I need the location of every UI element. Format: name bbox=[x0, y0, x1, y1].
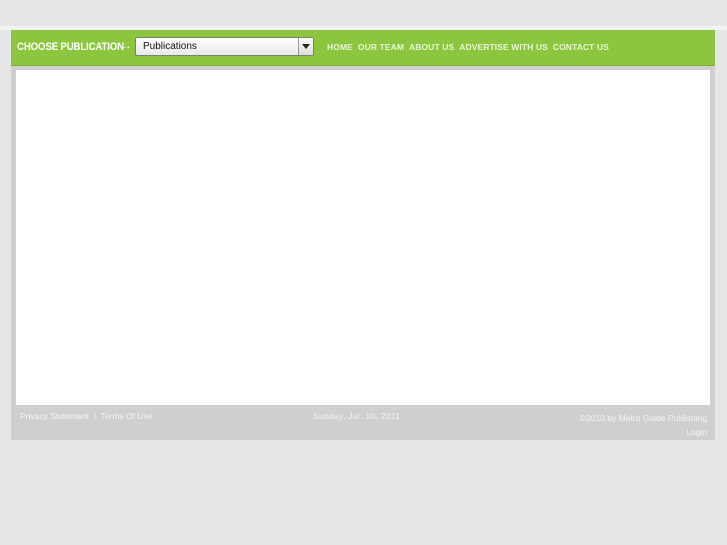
terms-of-use-link[interactable]: Terms Of Use bbox=[101, 411, 153, 421]
choose-publication-label: CHOOSE PUBLICATION bbox=[17, 41, 124, 53]
arrow-right-icon: → bbox=[121, 40, 132, 52]
login-link[interactable]: Login bbox=[580, 425, 707, 439]
nav-our-team-link[interactable]: OUR TEAM bbox=[358, 42, 404, 52]
nav-contact-us-link[interactable]: CONTACT US bbox=[553, 42, 609, 52]
chevron-down-icon[interactable] bbox=[298, 38, 313, 55]
main-content-area bbox=[16, 70, 710, 405]
nav-home-link[interactable]: HOME bbox=[327, 42, 353, 52]
page-wrapper: CHOOSE PUBLICATION → Publications HOME O… bbox=[11, 30, 715, 440]
copyright-text: ©2010 by Metro Guide Publishing bbox=[579, 413, 707, 423]
header-bar: CHOOSE PUBLICATION → Publications HOME O… bbox=[11, 30, 715, 66]
footer-right: ©2010 by Metro Guide Publishing Login bbox=[580, 411, 707, 439]
footer-links: Privacy Statement | Terms Of Use bbox=[20, 411, 152, 421]
privacy-statement-link[interactable]: Privacy Statement bbox=[20, 411, 89, 421]
nav-advertise-link[interactable]: ADVERTISE WITH US bbox=[459, 42, 548, 52]
footer-date: Sunday, Jul. 10, 2011 bbox=[313, 411, 401, 421]
footer-separator: | bbox=[93, 411, 96, 421]
publication-select-value: Publications bbox=[143, 41, 197, 52]
nav-about-us-link[interactable]: ABOUT US bbox=[409, 42, 454, 52]
main-nav: HOME OUR TEAM ABOUT US ADVERTISE WITH US… bbox=[327, 42, 609, 52]
publication-select[interactable]: Publications bbox=[135, 37, 314, 56]
